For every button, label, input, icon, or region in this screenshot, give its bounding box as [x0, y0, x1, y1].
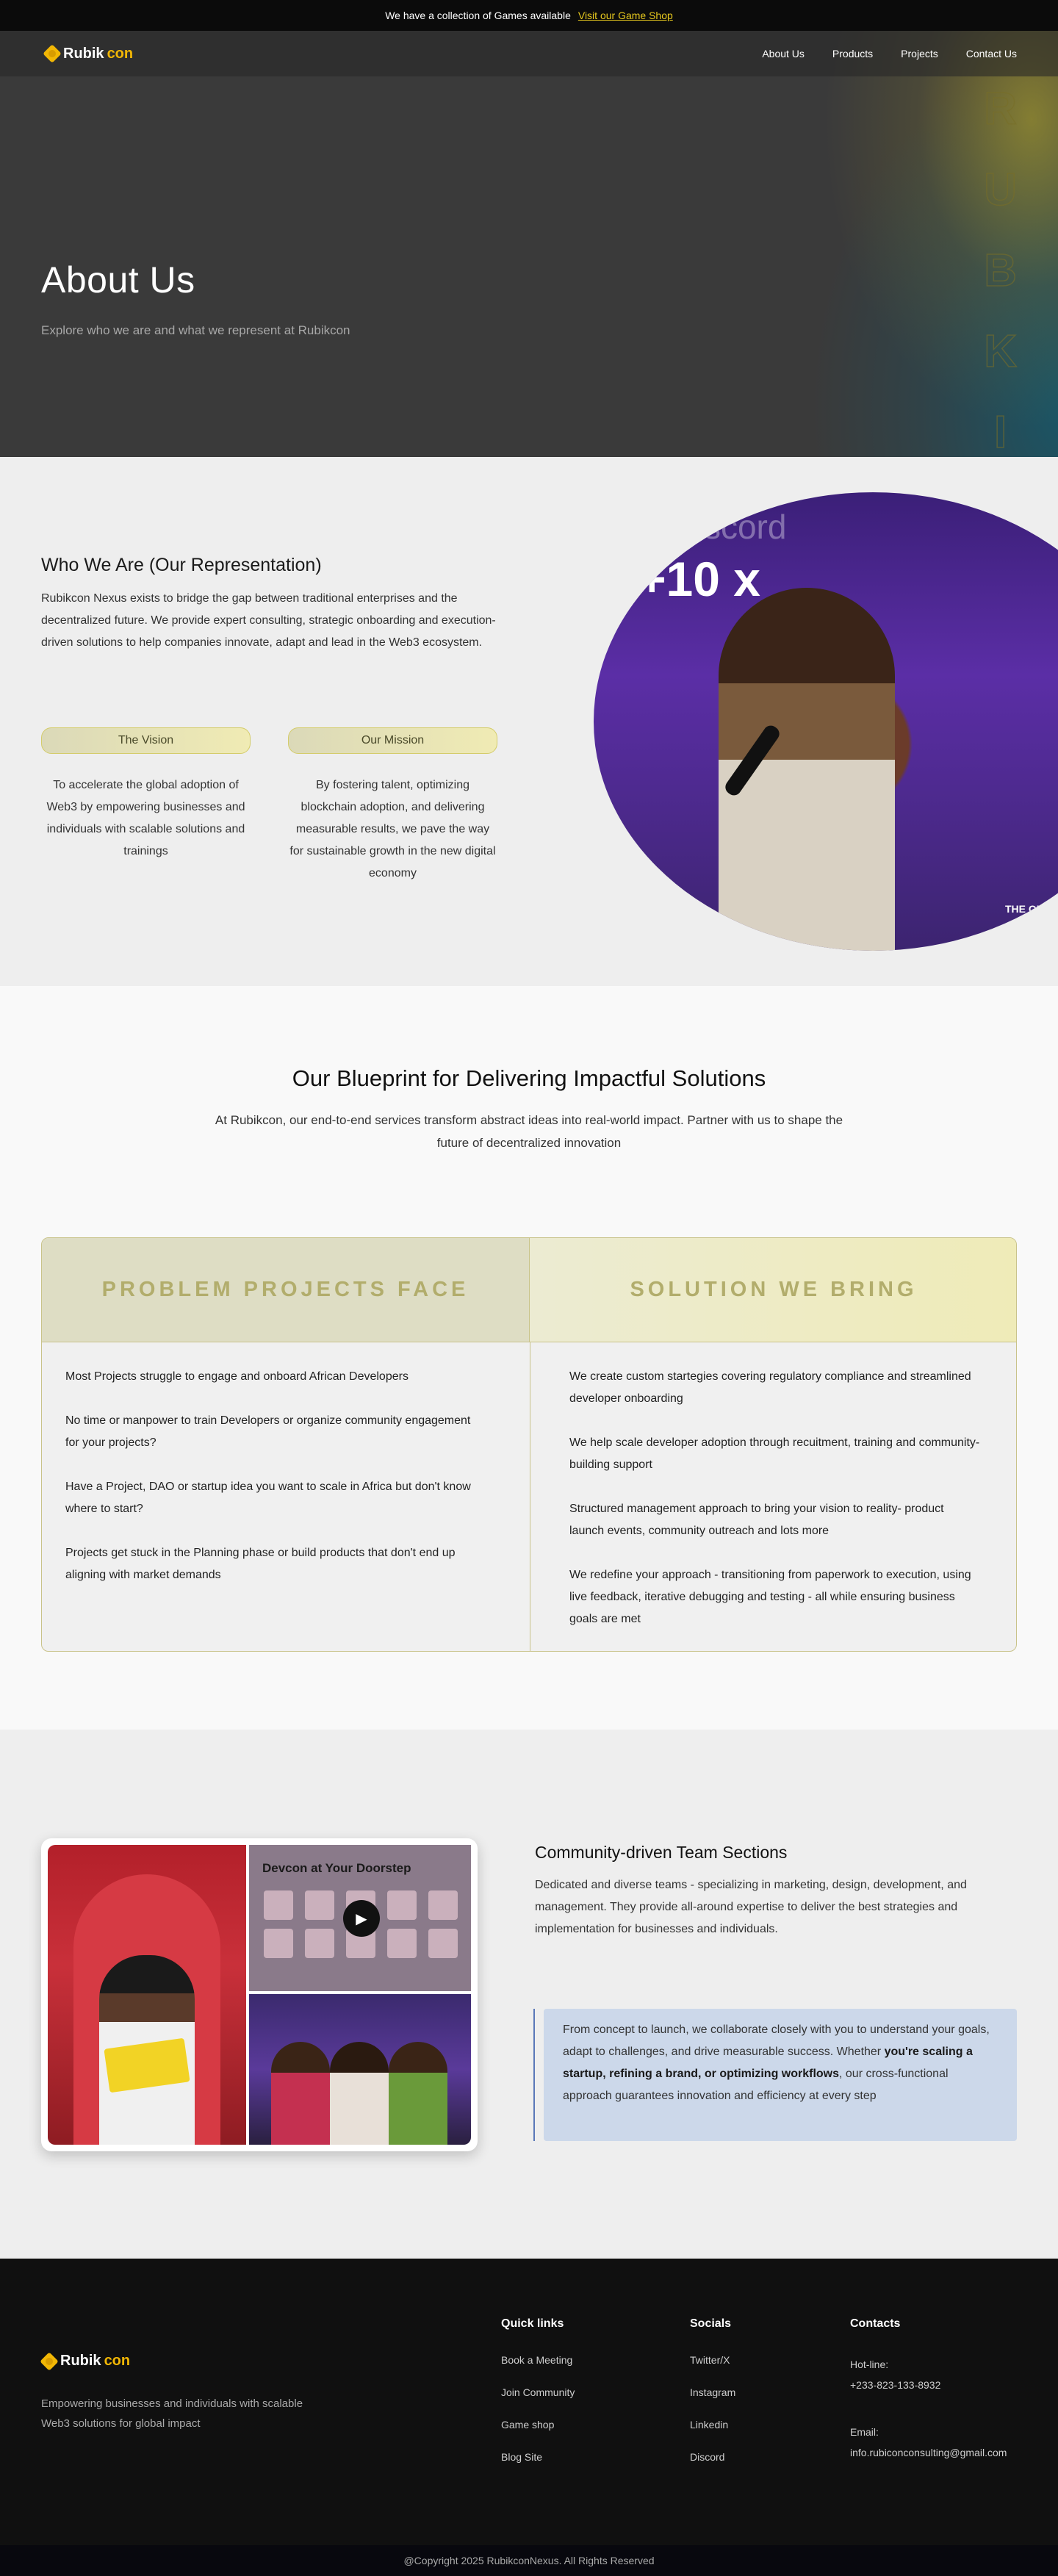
video-thumbnail[interactable]: Devcon at Your Doorstep ▶	[249, 1845, 471, 1991]
who-we-are-section: Who We Are (Our Representation) Rubikcon…	[0, 457, 1058, 986]
decorative-vertical-letters: R U B K I	[983, 83, 1017, 457]
community-section: Devcon at Your Doorstep ▶ Community-driv…	[0, 1730, 1058, 2259]
list-item: We create custom startegies covering reg…	[569, 1370, 971, 1405]
page-subtitle: Explore who we are and what we represent…	[41, 323, 350, 337]
link-instagram[interactable]: Instagram	[690, 2386, 735, 2398]
logo-icon	[41, 2353, 57, 2370]
list-item: No time or manpower to train Developers …	[65, 1414, 471, 1449]
copyright-text: @Copyright 2025 RubikconNexus. All Right…	[403, 2555, 655, 2566]
link-book-meeting[interactable]: Book a Meeting	[501, 2354, 575, 2366]
problem-header: PROBLEM PROJECTS FACE	[42, 1238, 530, 1342]
link-join-community[interactable]: Join Community	[501, 2386, 575, 2398]
photo-brand-watermark: THE OLI BRAND	[1005, 903, 1058, 915]
hero-section: Rubik con About Us Products Projects Cont…	[0, 31, 1058, 457]
nav-contact-us[interactable]: Contact Us	[966, 48, 1017, 60]
list-item: Have a Project, DAO or startup idea you …	[65, 1481, 471, 1515]
who-title: Who We Are (Our Representation)	[41, 555, 322, 575]
speaker-photo: ect discord +10 x THE OLI BRAND	[594, 492, 1058, 951]
who-intro: Rubikcon Nexus exists to bridge the gap …	[41, 592, 496, 649]
copyright-bar: @Copyright 2025 RubikconNexus. All Right…	[0, 2545, 1058, 2576]
nav-about-us[interactable]: About Us	[762, 48, 805, 60]
logo-icon	[44, 46, 60, 62]
vision-text: To accelerate the global adoption of Web…	[46, 779, 245, 857]
link-game-shop[interactable]: Game shop	[501, 2419, 575, 2431]
team-photo-collage: Devcon at Your Doorstep ▶	[41, 1838, 478, 2151]
contacts-title: Contacts	[850, 2317, 901, 2330]
blueprint-section: Our Blueprint for Delivering Impactful S…	[0, 986, 1058, 1730]
blueprint-subtitle: At Rubikcon, our end-to-end services tra…	[215, 1113, 843, 1150]
solution-list: We create custom startegies covering reg…	[569, 1366, 981, 1651]
list-item: We help scale developer adoption through…	[569, 1436, 980, 1471]
link-linkedin[interactable]: Linkedin	[690, 2419, 735, 2431]
community-description: Dedicated and diverse teams - specializi…	[535, 1879, 967, 1935]
footer-tagline: Empowering businesses and individuals wi…	[41, 2397, 303, 2430]
blueprint-title: Our Blueprint for Delivering Impactful S…	[292, 1065, 766, 1091]
mission-text: By fostering talent, optimizing blockcha…	[289, 779, 496, 879]
announcement-text: We have a collection of Games available	[385, 10, 571, 21]
hotline-label: Hot-line:	[850, 2359, 889, 2370]
quote-accent-bar	[533, 2009, 535, 2141]
video-title: Devcon at Your Doorstep	[262, 1861, 411, 1875]
solution-header: SOLUTION WE BRING	[530, 1238, 1016, 1342]
game-shop-link[interactable]: Visit our Game Shop	[578, 10, 673, 21]
list-item: Most Projects struggle to engage and onb…	[65, 1370, 409, 1383]
vision-pill: The Vision	[41, 727, 251, 754]
problem-solution-table: PROBLEM PROJECTS FACE SOLUTION WE BRING …	[41, 1237, 1017, 1652]
footer: Rubik con Empowering businesses and indiv…	[0, 2259, 1058, 2545]
team-photo-1	[48, 1845, 246, 2145]
announcement-bar: We have a collection of Games available …	[0, 0, 1058, 31]
list-item: Structured management approach to bring …	[569, 1503, 944, 1537]
photo-banner-text-2: +10 x	[638, 552, 760, 606]
contacts-column: Contacts Hot-line: +233-823-133-8932 Ema…	[850, 2317, 1007, 2489]
problem-list: Most Projects struggle to engage and onb…	[65, 1366, 477, 1608]
play-icon[interactable]: ▶	[343, 1900, 380, 1937]
email-label: Email:	[850, 2426, 879, 2438]
photo-banner-text: ect discord	[623, 508, 787, 546]
hotline-number[interactable]: +233-823-133-8932	[850, 2375, 1007, 2395]
link-discord[interactable]: Discord	[690, 2451, 735, 2463]
mission-pill: Our Mission	[288, 727, 497, 754]
email-address[interactable]: info.rubiconconsulting@gmail.com	[850, 2442, 1007, 2463]
list-item: We redefine your approach - transitionin…	[569, 1569, 971, 1625]
quick-links-column: Quick links Book a Meeting Join Communit…	[501, 2317, 575, 2483]
page-title: About Us	[41, 259, 195, 301]
logo[interactable]: Rubik con	[44, 46, 133, 62]
socials-title: Socials	[690, 2317, 732, 2330]
top-nav: Rubik con About Us Products Projects Cont…	[0, 31, 1058, 76]
nav-products[interactable]: Products	[832, 48, 873, 60]
list-item: Projects get stuck in the Planning phase…	[65, 1547, 456, 1581]
quick-links-title: Quick links	[501, 2317, 564, 2330]
link-blog-site[interactable]: Blog Site	[501, 2451, 575, 2463]
link-twitter[interactable]: Twitter/X	[690, 2354, 735, 2366]
nav-projects[interactable]: Projects	[901, 48, 938, 60]
footer-logo[interactable]: Rubik con	[41, 2353, 130, 2370]
quote-box: From concept to launch, we collaborate c…	[544, 2009, 1017, 2141]
community-title: Community-driven Team Sections	[535, 1843, 788, 1862]
team-photo-2	[249, 1994, 471, 2145]
socials-column: Socials Twitter/X Instagram Linkedin Dis…	[690, 2317, 735, 2483]
nav-links: About Us Products Projects Contact Us	[762, 48, 1017, 60]
